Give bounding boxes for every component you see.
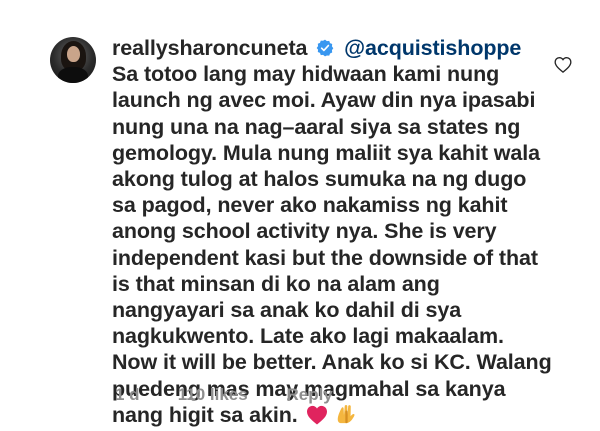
comment: reallysharoncuneta @acquistishoppe Sa to…	[0, 0, 600, 431]
comment-text: reallysharoncuneta @acquistishoppe Sa to…	[112, 35, 552, 428]
avatar[interactable]	[50, 37, 96, 83]
comment-time: 1 d	[115, 385, 140, 404]
comment-mention[interactable]: @acquistishoppe	[344, 36, 521, 60]
comment-meta: 1 d 110 likes Reply	[115, 385, 333, 405]
verified-badge-icon	[316, 39, 334, 57]
avatar-body	[58, 67, 88, 83]
red-heart-icon	[306, 405, 327, 425]
like-heart-icon[interactable]	[553, 55, 573, 75]
comment-likes[interactable]: 110 likes	[178, 385, 282, 405]
comment-body: Sa totoo lang may hidwaan kami nung laun…	[112, 62, 558, 427]
avatar-face	[67, 46, 80, 62]
reply-button[interactable]: Reply	[286, 385, 332, 405]
comment-username[interactable]: reallysharoncuneta	[112, 36, 307, 60]
pleading-hands-icon	[338, 404, 355, 424]
